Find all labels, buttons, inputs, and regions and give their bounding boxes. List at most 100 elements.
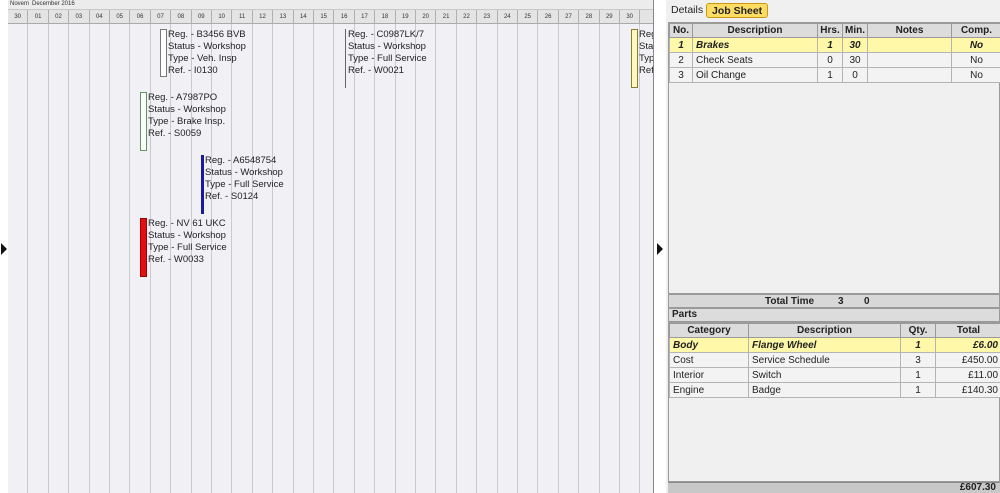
calendar-day-column [333,24,335,493]
table-row[interactable]: 2 Check Seats 0 30 No [669,52,1000,68]
calendar-day-column [394,24,396,493]
cell-description: Check Seats [692,52,818,68]
job-ref: Ref. - W0021 [348,65,404,76]
col-header-description[interactable]: Description [692,23,818,38]
cell-no: 1 [669,37,693,53]
calendar-day-label: 02 [49,10,70,24]
cell-no: 2 [669,52,693,68]
parts-grid[interactable]: Category Description Qty. Total Body Fla… [668,322,1000,482]
calendar-day-label: 05 [110,10,131,24]
calendar-day-column [455,24,457,493]
cell-hrs: 1 [817,67,843,83]
col-header-notes[interactable]: Notes [867,23,952,38]
cell-description: Brakes [692,37,818,53]
left-panel-toggle-icon[interactable] [1,243,7,255]
table-row[interactable]: Body Flange Wheel 1 £6.00 [669,337,1000,353]
col-header-total[interactable]: Total [935,323,1000,338]
calendar-day-label: 08 [171,10,192,24]
calendar-day-column [517,24,518,493]
col-header-category[interactable]: Category [669,323,749,338]
cell-notes [867,52,952,68]
calendar-day-label: 04 [90,10,110,24]
job-reg: Reg. - NV 61 UKC [148,218,226,229]
calendar-day-label: 30 [620,10,641,24]
calendar-day-label: 21 [436,10,457,24]
calendar-day-label: 30 [8,10,29,24]
calendar-day-label: 29 [600,10,620,24]
col-header-min[interactable]: Min. [842,23,868,38]
calendar-day-label: 17 [355,10,376,24]
cell-total: £6.00 [935,337,1000,353]
parts-grand-total: £607.30 [668,482,1000,493]
calendar-day-label: 10 [212,10,233,24]
total-time-hrs: 3 [838,296,844,307]
col-header-hrs[interactable]: Hrs. [817,23,843,38]
table-row[interactable]: Interior Switch 1 £11.00 [669,367,1000,383]
calendar-day-label: 20 [416,10,437,24]
calendar-day-column [557,24,559,493]
calendar-day-label: 19 [396,10,416,24]
calendar-day-column [415,24,416,493]
calendar-day-column [598,24,600,493]
right-panel-toggle-icon[interactable] [657,243,663,255]
panel-tabs: Details Job Sheet [666,0,1000,22]
job-ref: Ref. - I0130 [168,65,218,76]
calendar-day-column [435,24,437,493]
calendar-day-column [251,24,253,493]
col-header-comp[interactable]: Comp. [951,23,1000,38]
job-ref: Ref [639,65,654,76]
job-reg: Reg [639,29,653,40]
job-status-bar [140,218,147,277]
cell-notes [867,37,952,53]
table-row[interactable]: 3 Oil Change 1 0 No [669,67,1000,83]
cell-part-description: Service Schedule [748,352,901,368]
parts-section-title: Parts [668,308,1000,322]
cell-part-description: Switch [748,367,901,383]
parts-table: Category Description Qty. Total Body Fla… [669,323,1000,398]
calendar-day-column [88,24,90,493]
table-row[interactable]: Cost Service Schedule 3 £450.00 [669,352,1000,368]
table-row[interactable]: Engine Badge 1 £140.30 [669,382,1000,398]
calendar-day-label: 28 [579,10,600,24]
cell-hrs: 1 [817,37,843,53]
cell-category: Body [669,337,749,353]
job-sheet-grid[interactable]: No. Description Hrs. Min. Notes Comp. 1 … [668,22,1000,294]
calendar-day-label: 15 [314,10,335,24]
calendar-day-header: 30 01 02 03 04 05 06 07 08 09 10 11 12 13 14 15 16 17 18 19… [8,10,653,24]
calendar-day-label: 22 [457,10,478,24]
calendar-day-column [619,24,620,493]
calendar-day-column [129,24,131,493]
calendar-day-column [496,24,498,493]
cell-category: Engine [669,382,749,398]
calendar-day-column [639,24,641,493]
calendar-day-column [27,24,29,493]
calendar-day-column [578,24,580,493]
table-row[interactable]: 1 Brakes 1 30 No [669,37,1000,53]
col-header-no[interactable]: No. [669,23,693,38]
job-status-bar [140,92,147,151]
job-reg: Reg. - C0987LK/7 [348,29,425,40]
calendar-day-label: 26 [538,10,559,24]
tab-job-sheet[interactable]: Job Sheet [706,3,769,18]
col-header-qty[interactable]: Qty. [900,323,936,338]
job-type: Type - Veh. Insp [168,53,237,64]
calendar-day-label: 18 [375,10,396,24]
job-status: Status - Workshop [168,41,246,52]
job-reg: Reg. - A6548754 [205,155,277,166]
calendar-day-label: 09 [192,10,212,24]
job-type: Type - Full Service [148,242,227,253]
job-type: Type - Full Service [205,179,284,190]
calendar-month-prev: Novem [10,1,30,7]
calendar-day-column [109,24,110,493]
job-status: Status - Workshop [348,41,426,52]
col-header-part-description[interactable]: Description [748,323,901,338]
job-status: Status - Workshop [148,230,226,241]
job-sheet-table: No. Description Hrs. Min. Notes Comp. 1 … [669,23,1000,83]
cell-qty: 3 [900,352,936,368]
tab-details[interactable]: Details [667,3,707,18]
calendar-day-label: 07 [151,10,172,24]
calendar-day-column [353,24,355,493]
calendar-day-column [68,24,70,493]
calendar-day-label: 14 [294,10,314,24]
calendar-day-column [231,24,233,493]
